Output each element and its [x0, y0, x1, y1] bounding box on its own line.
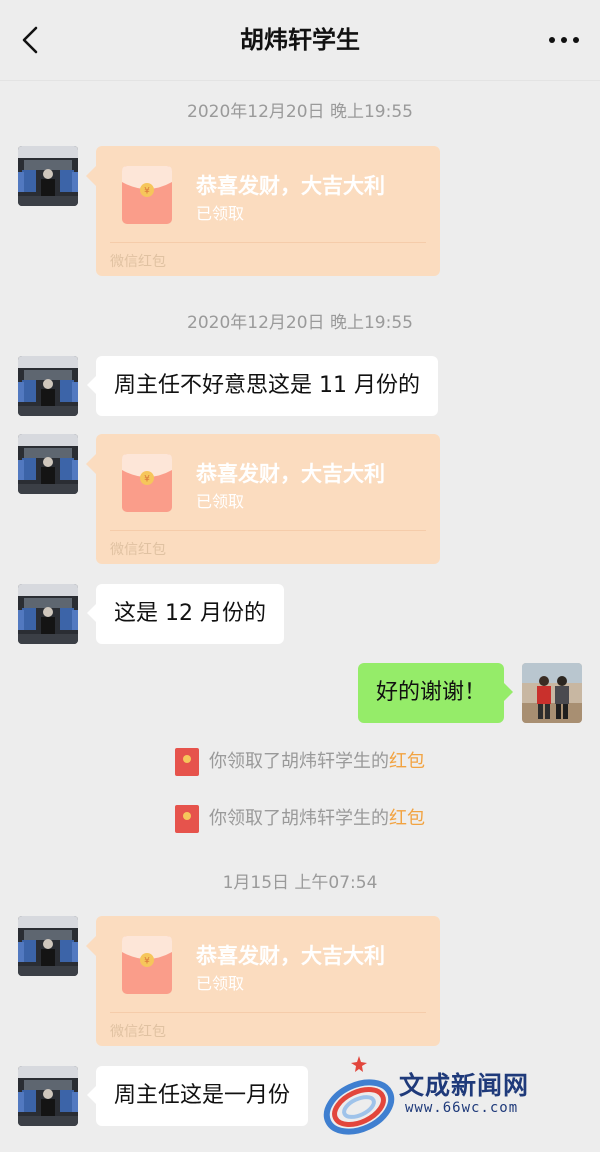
red-packet-status: 已领取: [196, 204, 245, 223]
red-packet-icon: [122, 166, 172, 224]
divider: [110, 1012, 426, 1013]
red-packet-title: 恭喜发财，大吉大利: [196, 174, 385, 198]
contact-avatar[interactable]: [18, 916, 78, 976]
chat-header: 胡炜轩学生: [0, 0, 600, 81]
red-packet-footer: 微信红包: [110, 542, 166, 558]
watermark-url: www.66wc.com: [405, 1100, 519, 1116]
divider: [110, 242, 426, 243]
red-packet-footer: 微信红包: [110, 1024, 166, 1040]
red-packet-status: 已领取: [196, 974, 245, 993]
avatar-image: [18, 434, 78, 494]
avatar-image: [18, 916, 78, 976]
watermark: 文成新闻网 www.66wc.com: [315, 1052, 600, 1152]
system-notice: 你领取了胡炜轩学生的红包: [0, 747, 600, 777]
red-packet-message[interactable]: 恭喜发财，大吉大利 已领取 微信红包: [86, 146, 440, 276]
contact-avatar[interactable]: [18, 584, 78, 644]
red-packet-title: 恭喜发财，大吉大利: [196, 944, 385, 968]
red-packet-message[interactable]: 恭喜发财，大吉大利 已领取 微信红包: [86, 916, 440, 1046]
avatar-image: [18, 146, 78, 206]
red-packet-status: 已领取: [196, 492, 245, 511]
red-packet-link[interactable]: 红包: [389, 808, 425, 829]
message-bubble[interactable]: 周主任这是一月份: [86, 1066, 309, 1126]
watermark-title: 文成新闻网: [399, 1071, 530, 1100]
more-dots-icon[interactable]: [542, 22, 586, 58]
red-packet-icon: [122, 936, 172, 994]
more-button[interactable]: [542, 22, 586, 58]
chat-title: 胡炜轩学生: [240, 26, 360, 54]
contact-avatar[interactable]: [18, 434, 78, 494]
my-message-bubble[interactable]: 好的谢谢！: [357, 663, 514, 723]
timestamp: 2020年12月20日 晚上19:55: [187, 102, 413, 122]
timestamp: 2020年12月20日 晚上19:55: [187, 313, 413, 333]
contact-avatar[interactable]: [18, 1066, 78, 1126]
timestamp: 1月15日 上午07:54: [222, 873, 378, 893]
avatar-image: [18, 356, 78, 416]
watermark-logo-icon: [323, 1056, 395, 1135]
divider: [110, 530, 426, 531]
contact-avatar[interactable]: [18, 356, 78, 416]
avatar-image: [522, 663, 582, 723]
avatar-image: [18, 1066, 78, 1126]
red-packet-icon: [122, 454, 172, 512]
red-packet-icon: [175, 805, 199, 833]
my-avatar[interactable]: [522, 663, 582, 723]
red-packet-footer: 微信红包: [110, 254, 166, 270]
system-notice: 你领取了胡炜轩学生的红包: [0, 804, 600, 834]
avatar-image: [18, 584, 78, 644]
red-packet-link[interactable]: 红包: [389, 751, 425, 772]
contact-avatar[interactable]: [18, 146, 78, 206]
notice-text: 你领取了胡炜轩学生的: [209, 808, 389, 829]
message-bubble[interactable]: 周主任不好意思这是 11 月份的: [87, 356, 438, 416]
notice-text: 你领取了胡炜轩学生的: [209, 751, 389, 772]
red-packet-icon: [175, 748, 199, 776]
red-packet-message[interactable]: 恭喜发财，大吉大利 已领取 微信红包: [86, 434, 440, 564]
message-bubble[interactable]: 这是 12 月份的: [87, 584, 284, 644]
red-packet-title: 恭喜发财，大吉大利: [196, 462, 385, 486]
